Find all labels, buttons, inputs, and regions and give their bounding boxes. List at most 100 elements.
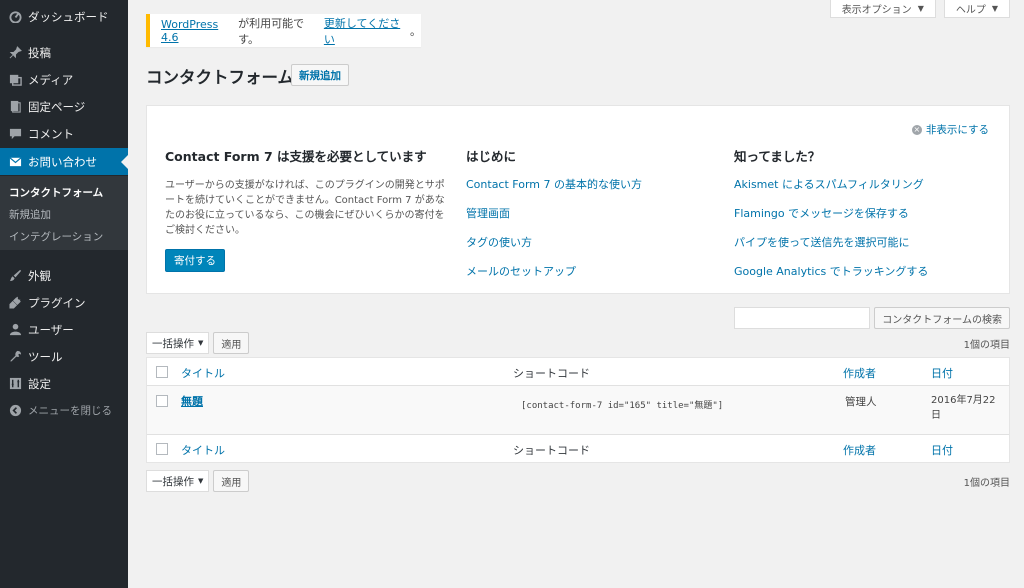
update-link[interactable]: 更新してください [324,15,410,47]
did-you-know-column: 知ってました？ Akismet によるスパムフィルタリング Flamingo で… [734,146,928,294]
screen-options-toggle[interactable]: 表示オプション ▼ [829,0,936,18]
menu-label: ツール [28,349,63,364]
link-pipes[interactable]: パイプを使って送信先を選択可能に [734,236,928,265]
page-icon [8,100,22,114]
menu-tools[interactable]: ツール [0,343,128,370]
date-line1: 2016年7月22 [931,395,996,406]
submenu-integration[interactable]: インテグレーション [0,226,128,248]
column-shortcode: ショートコード [513,367,590,380]
column-author[interactable]: 作成者 [843,365,876,381]
menu-contact[interactable]: お問い合わせ [0,148,128,175]
menu-comments[interactable]: コメント [0,120,128,147]
link-mail-setup[interactable]: メールのセットアップ [466,265,642,294]
screen-meta-links: 表示オプション ▼ ヘルプ ▼ [829,0,1010,18]
menu-label: ダッシュボード [28,9,109,24]
link-admin-screen[interactable]: 管理画面 [466,207,642,236]
notice-end: 。 [410,24,421,38]
bulk-action-label: 一括操作 [152,337,194,350]
caret-down-icon: ▼ [917,4,924,13]
mail-icon [8,155,22,169]
menu-users[interactable]: ユーザー [0,316,128,343]
column-shortcode-footer: ショートコード [513,444,590,457]
menu-label: ユーザー [28,322,74,337]
column-date[interactable]: 日付 [931,365,953,381]
pin-icon [8,46,22,60]
row-checkbox[interactable] [156,395,168,407]
items-count-bottom: 1個の項目 [963,477,1010,489]
comment-icon [8,127,22,141]
menu-label: プラグイン [28,295,86,310]
wordpress-version-link[interactable]: WordPress 4.6 [161,18,238,44]
update-notice: WordPress 4.6 が利用可能です。 更新してください 。 [146,14,421,47]
column-author-footer[interactable]: 作成者 [843,442,876,458]
table-footer: タイトル ショートコード 作成者 日付 [147,434,1009,462]
close-icon: × [911,124,922,135]
media-icon [8,73,22,87]
submenu-add-new[interactable]: 新規追加 [0,204,128,226]
menu-label: メディア [28,72,74,87]
search-box: コンタクトフォームの検索 [734,307,1010,329]
column-title[interactable]: タイトル [181,365,225,381]
collapse-menu[interactable]: メニューを閉じる [0,397,128,424]
dashboard-icon [8,10,22,24]
wrench-icon [8,350,22,364]
link-tag-usage[interactable]: タグの使い方 [466,236,642,265]
select-all-checkbox-footer[interactable] [156,443,168,455]
column-date-footer[interactable]: 日付 [931,442,953,458]
brush-icon [8,269,22,283]
chevron-down-icon: ▼ [198,339,204,347]
menu-appearance[interactable]: 外観 [0,262,128,289]
page-title: コンタクトフォーム [146,68,295,87]
menu-label: 固定ページ [28,99,86,114]
bulk-action-label: 一括操作 [152,475,194,488]
apply-button-bottom[interactable]: 適用 [213,470,250,492]
menu-label: お問い合わせ [28,154,97,169]
search-input[interactable] [734,307,871,329]
link-akismet[interactable]: Akismet によるスパムフィルタリング [734,178,928,207]
date-line2: 日 [931,410,941,421]
menu-plugins[interactable]: プラグイン [0,289,128,316]
did-you-know-heading: 知ってました？ [734,149,821,164]
collapse-icon [8,404,22,418]
table-header: タイトル ショートコード 作成者 日付 [147,358,1009,386]
date-value: 2016年7月22 日 [931,393,996,423]
welcome-panel: × 非表示にする Contact Form 7 は支援を必要としています ユーザー… [146,105,1010,294]
help-toggle[interactable]: ヘルプ ▼ [943,0,1010,18]
chevron-down-icon: ▼ [198,477,204,485]
screen-options-label: 表示オプション [841,5,912,16]
shortcode-value[interactable]: [contact-form-7 id="165" title="無題"] [521,398,723,411]
donate-button[interactable]: 寄付する [165,249,225,272]
dismiss-label: 非表示にする [925,124,989,136]
menu-pages[interactable]: 固定ページ [0,93,128,120]
menu-label: 設定 [28,376,51,391]
link-flamingo[interactable]: Flamingo でメッセージを保存する [734,207,928,236]
dismiss-link[interactable]: × 非表示にする [911,122,989,137]
menu-posts[interactable]: 投稿 [0,39,128,66]
contact-submenu: コンタクトフォーム 新規追加 インテグレーション [0,176,128,250]
tablenav-top: 一括操作 ▼ 適用 1個の項目 [146,331,1010,355]
link-basic-usage[interactable]: Contact Form 7 の基本的な使い方 [466,178,642,207]
submenu-contact-forms[interactable]: コンタクトフォーム [0,182,128,204]
collapse-label: メニューを閉じる [28,405,112,417]
menu-dashboard[interactable]: ダッシュボード [0,3,128,30]
table-row: 無題 [contact-form-7 id="165" title="無題"] … [147,386,1009,434]
getting-started-heading: はじめに [466,149,517,164]
menu-settings[interactable]: 設定 [0,370,128,397]
search-button[interactable]: コンタクトフォームの検索 [874,307,1010,329]
form-title-link[interactable]: 無題 [181,393,203,409]
column-title-footer[interactable]: タイトル [181,442,225,458]
plugin-icon [8,296,22,310]
select-all-checkbox[interactable] [156,366,168,378]
link-google-analytics[interactable]: Google Analytics でトラッキングする [734,265,928,294]
menu-label: 外観 [28,268,51,283]
bulk-action-select-bottom[interactable]: 一括操作 ▼ [146,470,210,492]
menu-media[interactable]: メディア [0,66,128,93]
items-count: 1個の項目 [963,339,1010,351]
bulk-action-select[interactable]: 一括操作 ▼ [146,332,210,354]
donation-column: Contact Form 7 は支援を必要としています ユーザーからの支援がなけ… [165,146,449,272]
apply-button[interactable]: 適用 [213,332,250,354]
notice-text: が利用可能です。 [238,16,305,46]
add-new-button[interactable]: 新規追加 [291,64,349,86]
donation-text: ユーザーからの支援がなければ、このプラグインの開発とサポートを続けていくことがで… [165,180,445,236]
menu-label: 投稿 [28,45,51,60]
